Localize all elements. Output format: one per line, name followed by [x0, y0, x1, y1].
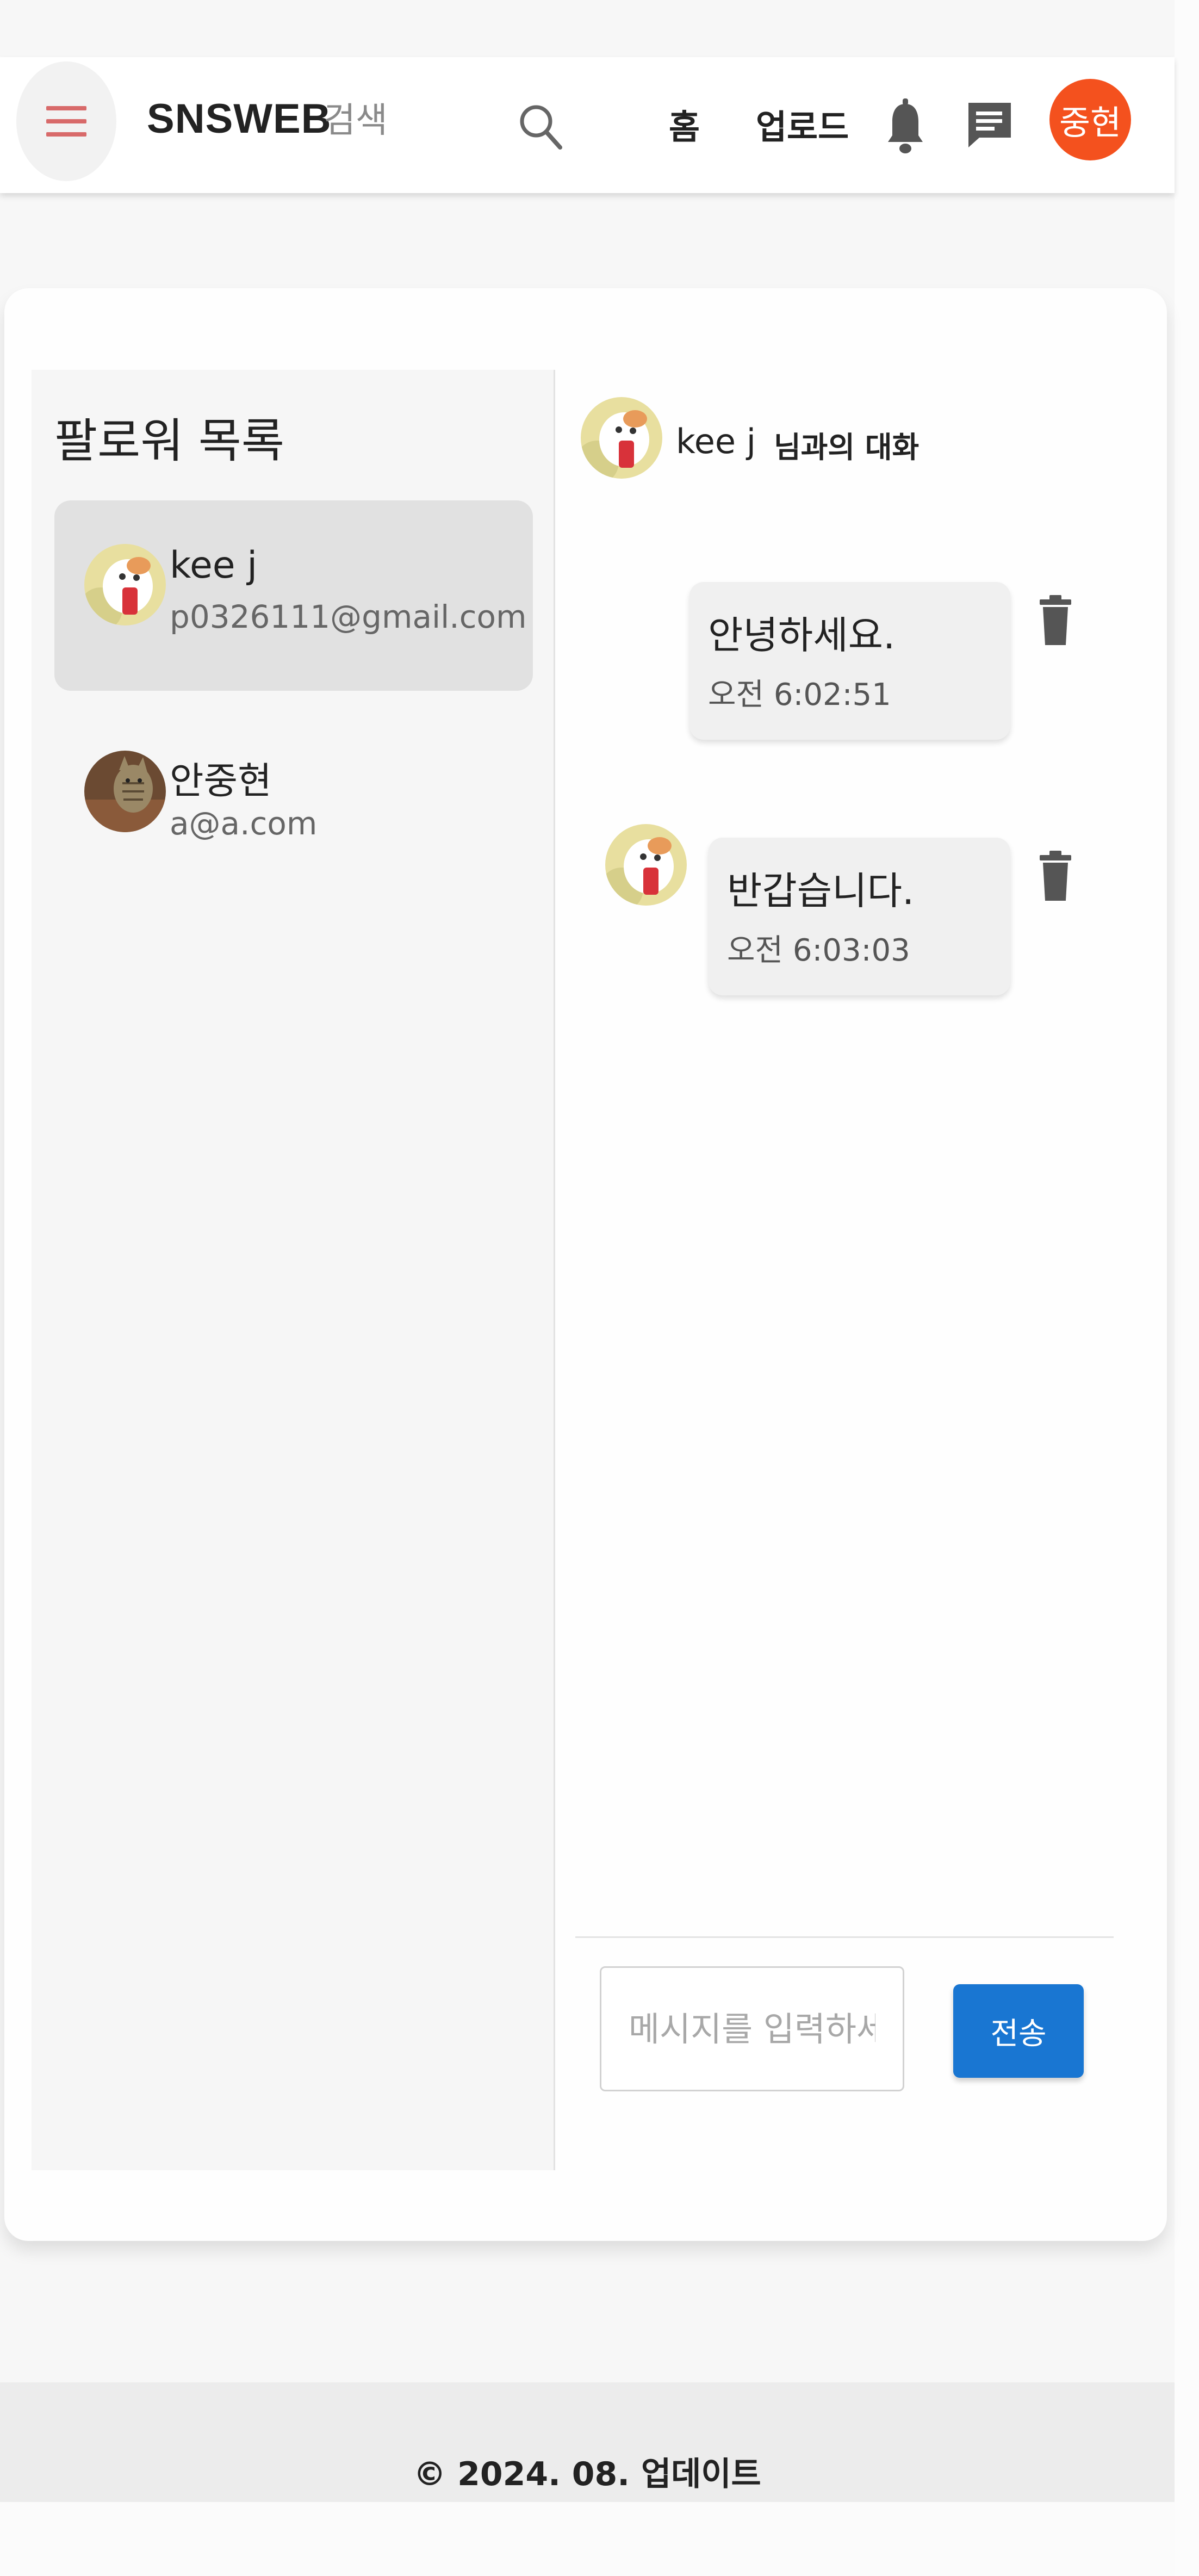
brand-logo[interactable]: SNSWEB: [147, 95, 332, 143]
chat-header: kee j 님과의 대화: [581, 397, 1070, 484]
message-time: 오전 6:03:03: [727, 933, 910, 968]
message-input[interactable]: [600, 1966, 904, 2091]
follower-item[interactable]: 안중현 a@a.com: [54, 707, 533, 897]
page-bottom-edge: [0, 2502, 1175, 2576]
hamster-avatar: [84, 544, 166, 626]
trash-icon[interactable]: [1036, 849, 1074, 903]
menu-button[interactable]: [16, 61, 116, 181]
message-bubble: 안녕하세요. 오전 6:02:51: [689, 582, 1010, 740]
nav-upload-link[interactable]: 업로드: [756, 100, 849, 148]
follower-item[interactable]: kee j p0326111@gmail.com: [54, 500, 533, 691]
follower-sidebar: 팔로워 목록 kee j p0326111@gmail.com 안중현 a@a.…: [32, 370, 555, 2170]
message-time: 오전 6:02:51: [708, 677, 891, 713]
trash-icon[interactable]: [1036, 593, 1074, 647]
message-text: 안녕하세요.: [708, 613, 896, 658]
partner-name: kee j: [676, 422, 756, 461]
search-icon[interactable]: [517, 100, 566, 154]
sender-avatar: [605, 824, 687, 906]
send-button[interactable]: 전송: [953, 1984, 1084, 2078]
follower-email: a@a.com: [170, 805, 318, 842]
chat-icon[interactable]: [965, 100, 1014, 148]
app-bar: SNSWEB 홈 업로드 중현: [0, 57, 1175, 193]
message-bubble: 반갑습니다. 오전 6:03:03: [709, 838, 1010, 995]
chat-title-suffix: 님과의 대화: [774, 430, 920, 465]
message-text: 반갑습니다.: [727, 869, 915, 913]
user-avatar[interactable]: 중현: [1049, 79, 1131, 160]
chat-divider: [575, 1936, 1114, 1938]
follower-email: p0326111@gmail.com: [170, 598, 527, 635]
footer: © 2024. 08. 업데이트: [0, 2382, 1175, 2502]
follower-name: 안중현: [170, 760, 272, 803]
menu-icon: [46, 106, 86, 137]
partner-avatar: [581, 397, 662, 479]
page-edge: [1175, 0, 1199, 2576]
footer-text: © 2024. 08. 업데이트: [413, 2455, 761, 2493]
follower-name: kee j: [170, 544, 258, 587]
cat-avatar: [84, 751, 166, 832]
sidebar-title: 팔로워 목록: [54, 414, 284, 468]
chat-panel: kee j 님과의 대화 안녕하세요. 오전 6:02:51 반갑습니다. 오전…: [554, 370, 1125, 2170]
chat-card: 팔로워 목록 kee j p0326111@gmail.com 안중현 a@a.…: [4, 288, 1167, 2241]
nav-home-link[interactable]: 홈: [669, 100, 700, 148]
bell-icon[interactable]: [884, 96, 927, 156]
search-input[interactable]: [324, 96, 503, 145]
